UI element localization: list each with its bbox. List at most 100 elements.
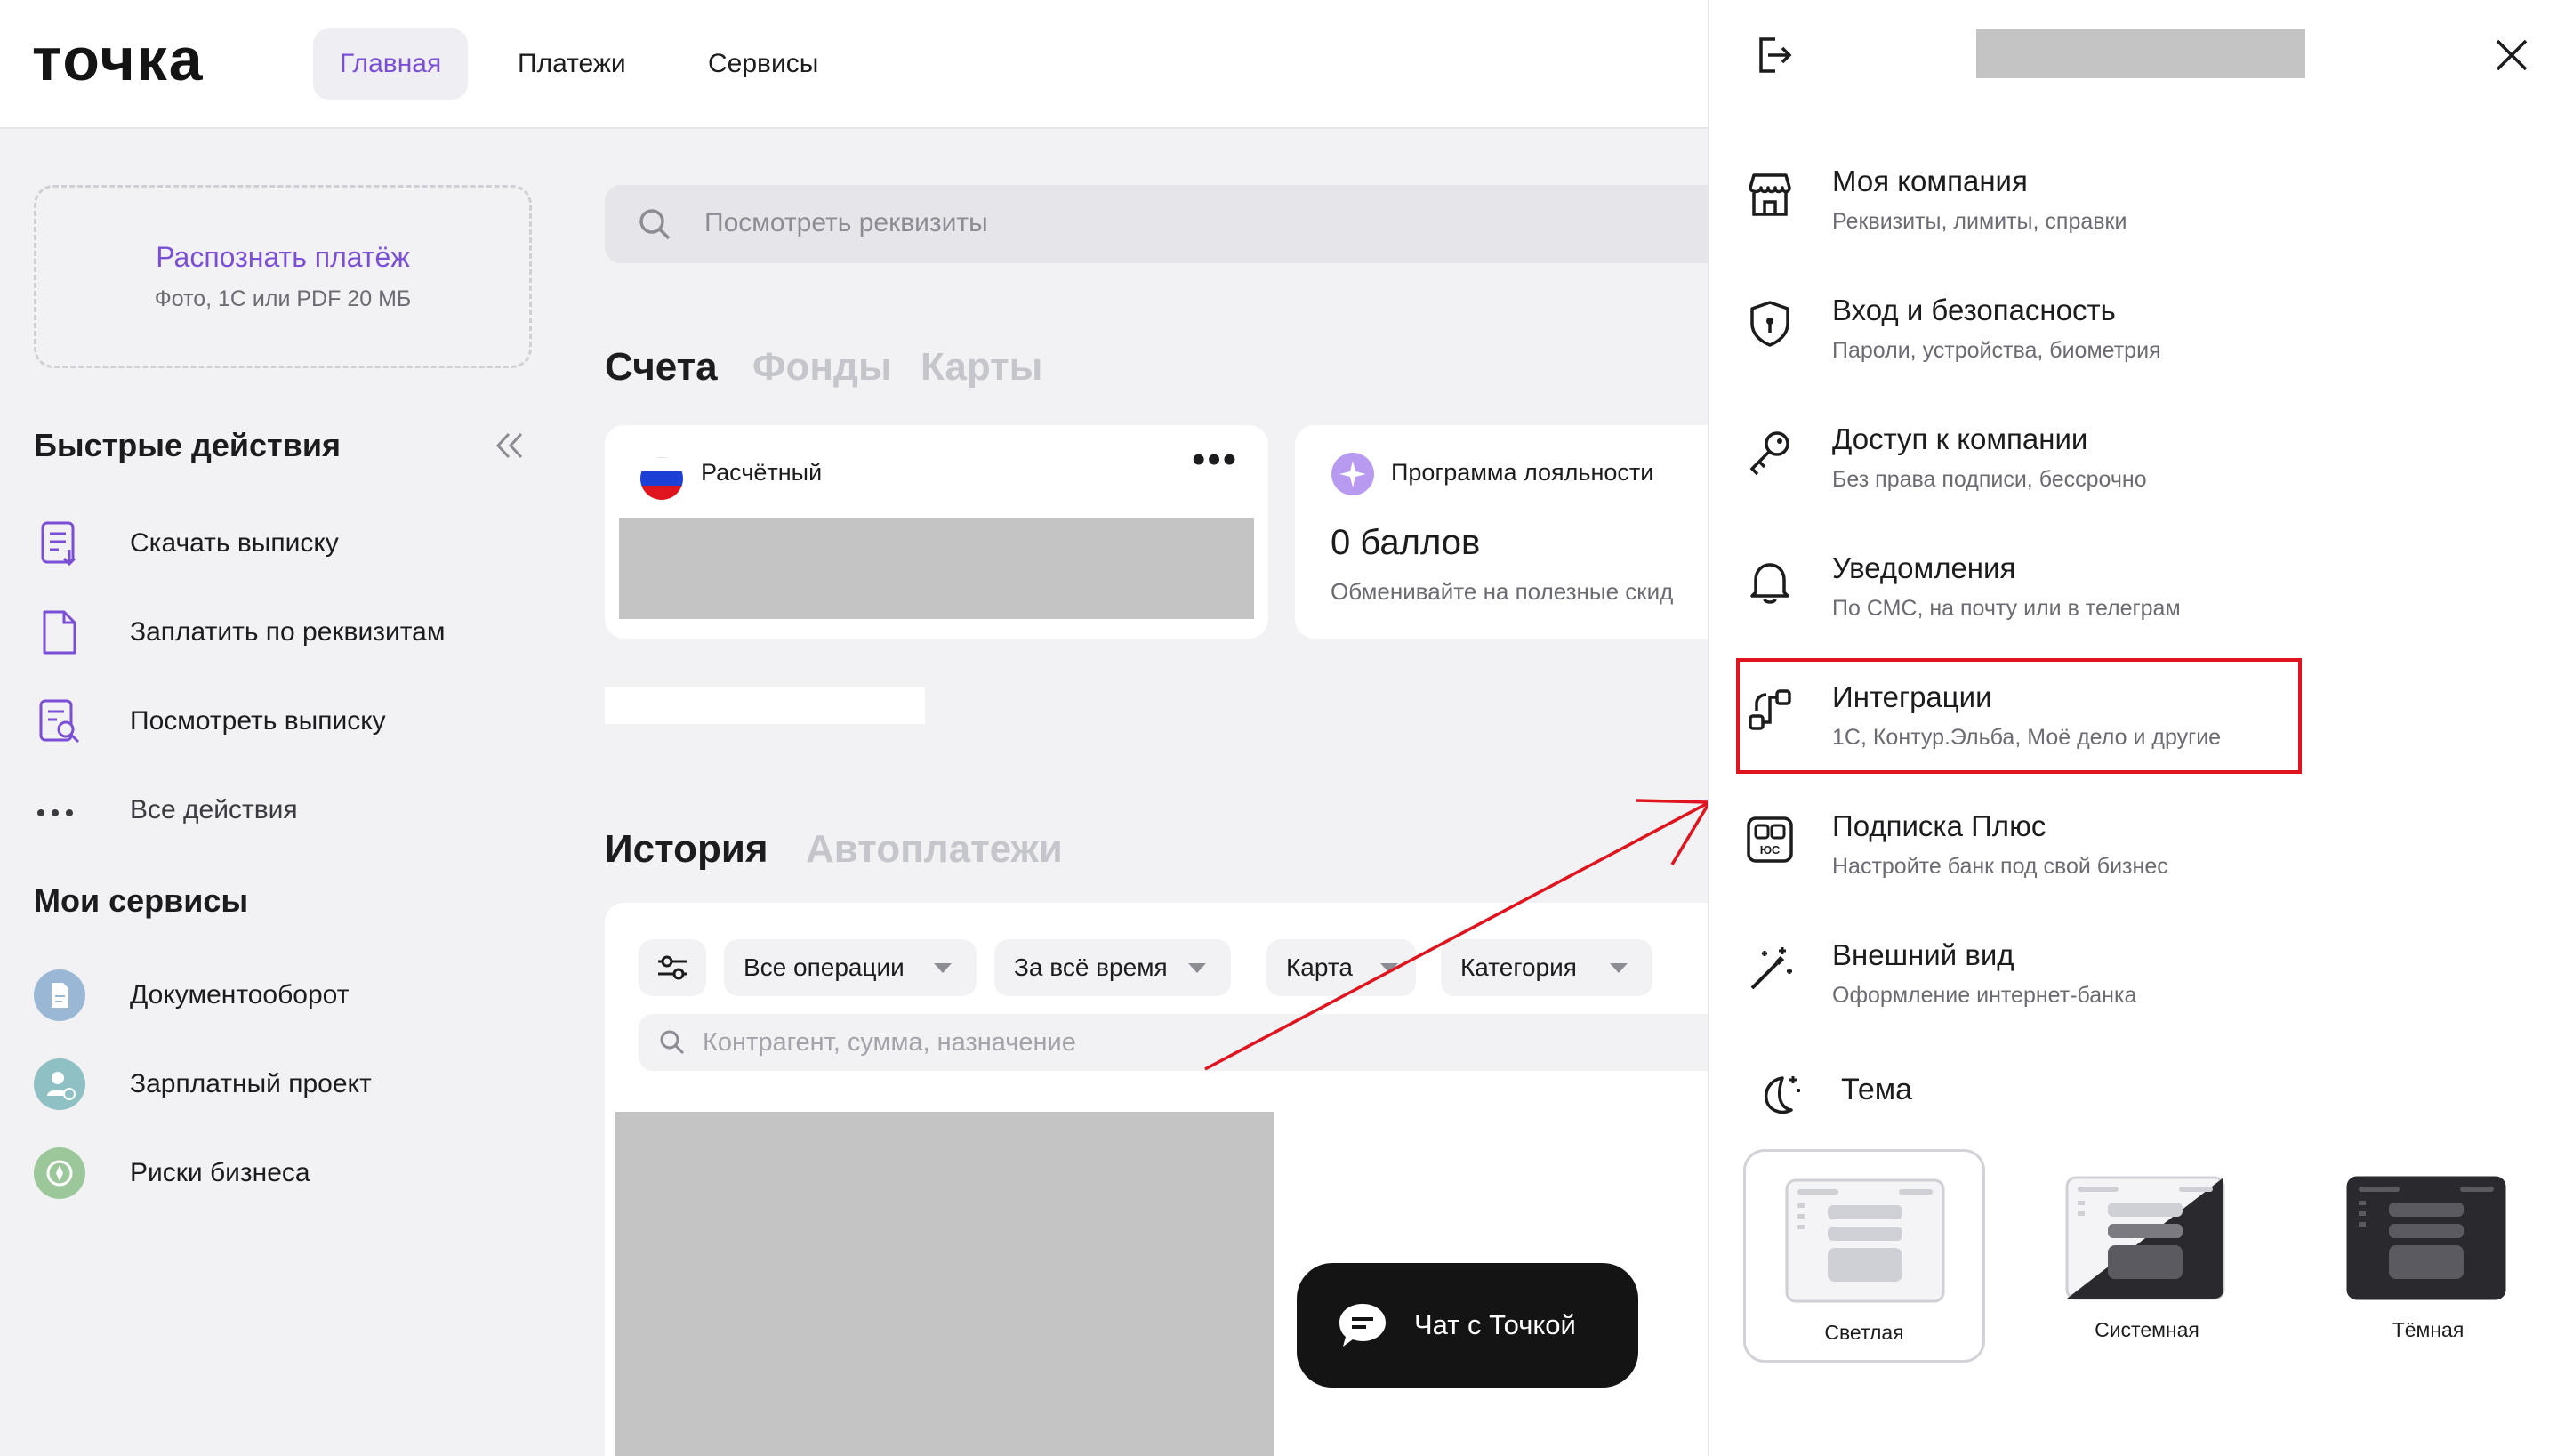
theme-option-light[interactable]: Светлая xyxy=(1743,1149,1985,1363)
menu-title: Доступ к компании xyxy=(1832,422,2088,455)
view-statement-icon xyxy=(34,696,85,747)
theme-option-system[interactable]: Системная xyxy=(2026,1149,2268,1363)
dark-theme-preview-icon xyxy=(2346,1176,2506,1300)
close-icon[interactable] xyxy=(2490,34,2533,81)
loyalty-card[interactable]: Программа лояльности 0 баллов Обменивайт… xyxy=(1295,425,1708,639)
filter-settings-button[interactable] xyxy=(639,939,706,996)
quick-action-label: Посмотреть выписку xyxy=(130,706,386,736)
system-theme-preview-icon xyxy=(2065,1176,2225,1300)
menu-subscription-plus[interactable]: ЮС Подписка Плюс Настройте банк под свой… xyxy=(1743,809,2330,916)
moon-stars-icon xyxy=(1752,1067,1805,1125)
filter-operations[interactable]: Все операции xyxy=(724,939,977,996)
service-business-risks[interactable]: Риски бизнеса xyxy=(34,1144,532,1203)
menu-subtitle: Пароли, устройства, биометрия xyxy=(1832,338,2161,363)
tab-accounts[interactable]: Счета xyxy=(605,345,718,390)
tab-funds[interactable]: Фонды xyxy=(752,345,892,390)
search-placeholder: Посмотреть реквизиты xyxy=(704,208,988,237)
chevron-down-icon xyxy=(934,963,952,973)
theme-label: Светлая xyxy=(1824,1321,1904,1344)
hidden-text-placeholder xyxy=(605,687,925,724)
loyalty-description: Обменивайте на полезные скид xyxy=(1331,578,1674,605)
service-document-flow[interactable]: Документооборот xyxy=(34,966,532,1025)
recognize-payment-dropzone[interactable]: Распознать платёж Фото, 1С или PDF 20 МБ xyxy=(34,185,532,368)
menu-title: Подписка Плюс xyxy=(1832,809,2046,842)
top-header: точка Главная Платежи Сервисы xyxy=(0,0,1708,129)
menu-login-security[interactable]: Вход и безопасность Пароли, устройства, … xyxy=(1743,294,2330,400)
quick-action-download-statement[interactable]: Скачать выписку xyxy=(34,514,532,573)
tab-cards[interactable]: Карты xyxy=(921,345,1042,390)
menu-company-access[interactable]: Доступ к компании Без права подписи, бес… xyxy=(1743,422,2330,529)
menu-subtitle: Реквизиты, лимиты, справки xyxy=(1832,209,2127,234)
key-icon xyxy=(1743,426,1797,479)
quick-action-all-actions[interactable]: Все действия xyxy=(34,781,532,840)
menu-title: Уведомления xyxy=(1832,551,2016,584)
sliders-icon xyxy=(658,955,687,980)
nav-services[interactable]: Сервисы xyxy=(681,28,845,100)
annotation-highlight-box xyxy=(1736,658,2302,774)
salary-project-icon xyxy=(34,1058,85,1110)
menu-title: Моя компания xyxy=(1832,165,2028,197)
service-label: Документооборот xyxy=(130,980,350,1010)
menu-subtitle: Оформление интернет-банка xyxy=(1832,983,2137,1008)
menu-title: Внешний вид xyxy=(1832,938,2014,971)
nav-home[interactable]: Главная xyxy=(313,28,469,100)
menu-notifications[interactable]: Уведомления По СМС, на почту или в телег… xyxy=(1743,551,2330,658)
document-icon xyxy=(34,607,85,658)
loyalty-card-title: Программа лояльности xyxy=(1391,459,1654,486)
subscription-icon: ЮС xyxy=(1743,813,1797,866)
service-label: Зарплатный проект xyxy=(130,1069,372,1098)
quick-action-view-statement[interactable]: Посмотреть выписку xyxy=(34,692,532,751)
nav-payments[interactable]: Платежи xyxy=(491,28,653,100)
light-theme-preview-icon xyxy=(1785,1178,1945,1303)
service-salary-project[interactable]: Зарплатный проект xyxy=(34,1055,532,1114)
document-flow-icon xyxy=(34,969,85,1021)
recognize-payment-title: Распознать платёж xyxy=(156,241,410,273)
menu-subtitle: Настройте банк под свой бизнес xyxy=(1832,854,2168,879)
business-risk-icon xyxy=(34,1147,85,1199)
logo[interactable]: точка xyxy=(32,25,205,94)
hidden-history-placeholder xyxy=(615,1112,1274,1456)
account-more-icon[interactable]: ••• xyxy=(1192,438,1238,482)
quick-action-label: Заплатить по реквизитам xyxy=(130,617,446,647)
chat-button-label: Чат с Точкой xyxy=(1414,1309,1576,1340)
download-statement-icon xyxy=(34,518,85,569)
menu-subtitle: Без права подписи, бессрочно xyxy=(1832,467,2147,492)
account-card-title: Расчётный xyxy=(701,459,823,486)
quick-action-pay-by-details[interactable]: Заплатить по реквизитам xyxy=(34,603,532,662)
requisites-search[interactable]: Посмотреть реквизиты xyxy=(605,185,1708,263)
quick-actions-title: Быстрые действия xyxy=(34,427,341,463)
menu-title: Вход и безопасность xyxy=(1832,294,2116,326)
store-icon xyxy=(1743,168,1797,221)
history-search-placeholder: Контрагент, сумма, назначение xyxy=(703,1028,1076,1057)
tab-autopayments[interactable]: Автоплатежи xyxy=(806,827,1063,872)
logout-icon[interactable] xyxy=(1752,34,1795,81)
menu-subtitle: По СМС, на почту или в телеграм xyxy=(1832,596,2181,621)
menu-appearance[interactable]: Внешний вид Оформление интернет-банка xyxy=(1743,938,2330,1045)
hidden-balance-placeholder xyxy=(619,518,1254,619)
filter-label: Все операции xyxy=(744,953,905,981)
svg-text:ЮС: ЮС xyxy=(1760,843,1781,857)
account-card[interactable]: Расчётный ••• xyxy=(605,425,1268,639)
collapse-chevrons-icon[interactable] xyxy=(491,427,528,464)
service-label: Риски бизнеса xyxy=(130,1158,310,1187)
tab-history[interactable]: История xyxy=(605,827,768,872)
theme-label: Тёмная xyxy=(2392,1318,2465,1341)
chat-bubble-icon xyxy=(1334,1299,1391,1356)
annotation-arrow xyxy=(1204,799,1713,1071)
sparkle-star-icon xyxy=(1331,452,1375,501)
theme-label: Системная xyxy=(2095,1318,2199,1341)
search-icon xyxy=(656,1026,688,1063)
quick-action-label: Все действия xyxy=(130,795,298,825)
filter-label: За всё время xyxy=(1014,953,1168,981)
theme-option-dark[interactable]: Тёмная xyxy=(2307,1149,2549,1363)
russia-flag-icon xyxy=(640,457,683,500)
recognize-payment-subtitle: Фото, 1С или PDF 20 МБ xyxy=(154,286,412,311)
search-icon xyxy=(635,205,674,248)
more-dots-icon xyxy=(34,784,85,836)
shield-icon xyxy=(1743,297,1797,350)
chat-with-tochka-button[interactable]: Чат с Точкой xyxy=(1297,1263,1638,1388)
quick-action-label: Скачать выписку xyxy=(130,528,339,558)
theme-title: Тема xyxy=(1841,1073,1913,1106)
magic-wand-icon xyxy=(1743,942,1797,995)
menu-my-company[interactable]: Моя компания Реквизиты, лимиты, справки xyxy=(1743,165,2330,271)
